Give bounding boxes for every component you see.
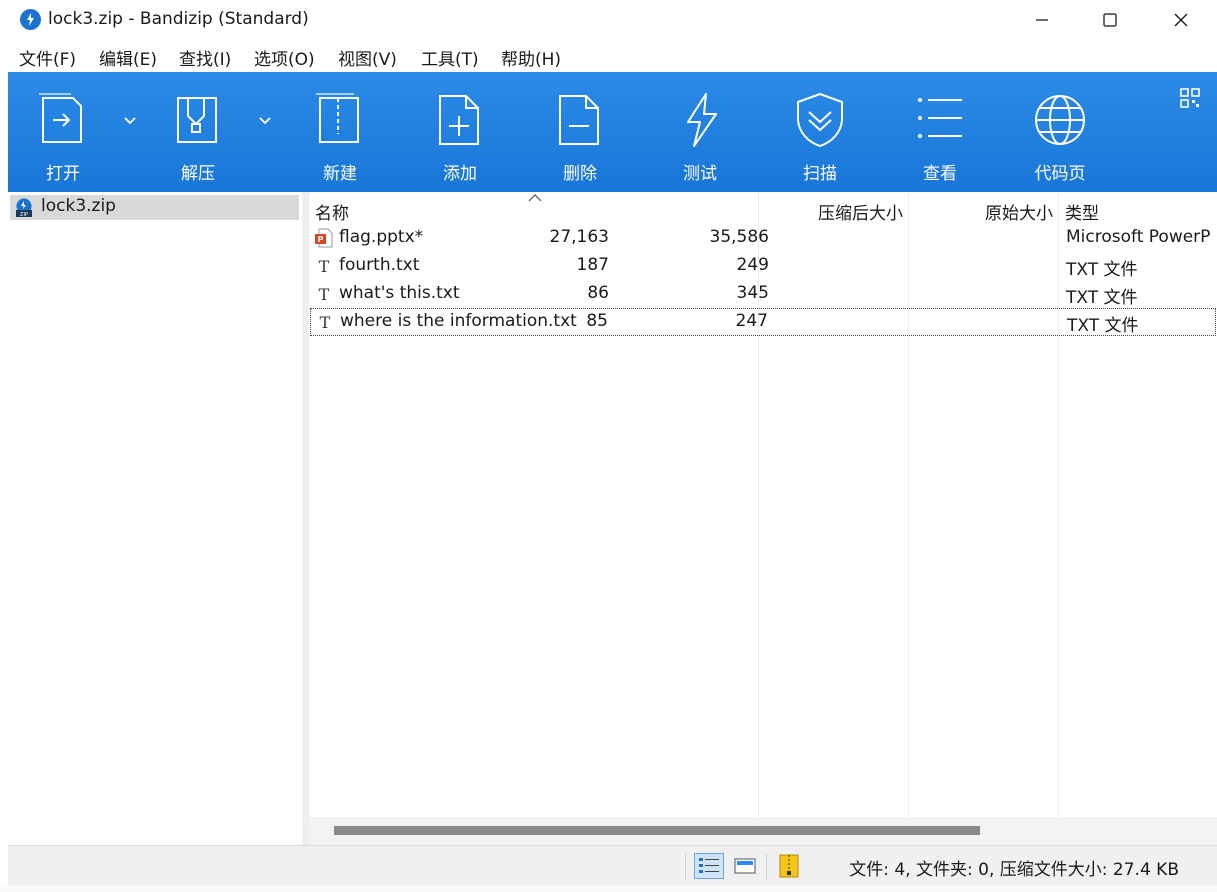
text-file-icon: T: [319, 285, 330, 304]
title-bar: lock3.zip - Bandizip (Standard): [0, 0, 1217, 40]
open-archive-icon: [39, 93, 82, 143]
preview-pane-icon[interactable]: [730, 853, 760, 879]
table-row[interactable]: T where is the information.txt 85 247 TX…: [310, 308, 1216, 336]
sort-ascending-icon: [528, 194, 542, 202]
lightning-icon: [687, 93, 717, 147]
pptx-file-icon: P: [315, 228, 333, 248]
delete-label: 删除: [563, 164, 597, 184]
open-button[interactable]: 打开: [8, 72, 118, 192]
list-view-icon: [918, 98, 962, 138]
text-file-icon: T: [320, 313, 331, 332]
packed-size: 86: [587, 283, 609, 303]
archive-info-icon[interactable]: [774, 853, 804, 879]
new-archive-button[interactable]: 新建: [285, 72, 395, 192]
svg-text:P: P: [318, 235, 324, 244]
open-label: 打开: [46, 164, 80, 184]
original-size: 247: [735, 311, 768, 331]
file-type: Microsoft PowerP: [1066, 227, 1211, 247]
menu-find[interactable]: 查找(I): [179, 45, 231, 70]
bandizip-app-icon: [20, 9, 41, 30]
menu-view[interactable]: 视图(V): [338, 45, 397, 70]
test-button[interactable]: 测试: [645, 72, 755, 192]
column-header-original-size[interactable]: 原始大小: [908, 199, 1053, 224]
delete-button[interactable]: 删除: [525, 72, 635, 192]
menu-help[interactable]: 帮助(H): [501, 45, 561, 70]
table-row[interactable]: T what's this.txt 86 345 TXT 文件: [309, 280, 1217, 308]
close-icon: [1174, 13, 1188, 27]
pane-splitter[interactable]: [302, 192, 309, 845]
menu-edit[interactable]: 编辑(E): [99, 45, 157, 70]
menu-bar: 文件(F) 编辑(E) 查找(I) 选项(O) 视图(V) 工具(T) 帮助(H…: [0, 40, 1217, 72]
column-header-packed-size[interactable]: 压缩后大小: [758, 199, 903, 224]
scan-label: 扫描: [803, 164, 837, 184]
view-label: 查看: [923, 164, 957, 184]
add-label: 添加: [443, 164, 477, 184]
horizontal-scrollbar[interactable]: [309, 817, 1217, 845]
file-name: flag.pptx*: [339, 227, 424, 247]
svg-text:ZIP: ZIP: [20, 212, 28, 218]
status-bar: 文件: 4, 文件夹: 0, 压缩文件大小: 27.4 KB: [8, 845, 1217, 885]
maximize-button[interactable]: [1075, 0, 1145, 40]
new-archive-icon: [316, 93, 359, 143]
column-header-type[interactable]: 类型: [1065, 199, 1099, 224]
column-header-name[interactable]: 名称: [315, 199, 349, 224]
packed-size: 85: [586, 311, 608, 331]
maximize-icon: [1103, 13, 1117, 27]
original-size: 345: [736, 283, 769, 303]
status-separator: [685, 854, 686, 880]
extract-button[interactable]: 解压: [143, 72, 253, 192]
test-label: 测试: [683, 164, 717, 184]
tree-item-label: lock3.zip: [41, 196, 116, 216]
add-button[interactable]: 添加: [405, 72, 515, 192]
svg-text:T: T: [319, 257, 330, 276]
extract-icon: [177, 97, 217, 143]
view-button[interactable]: 查看: [885, 72, 995, 192]
close-button[interactable]: [1146, 0, 1216, 40]
table-row[interactable]: T fourth.txt 187 249 TXT 文件: [309, 252, 1217, 280]
zip-archive-icon: ZIP: [16, 198, 32, 218]
toolbar: 打开 解压 新建 添加 删除 测试 扫描 查看 代码页: [8, 72, 1217, 192]
shield-icon: [797, 92, 843, 148]
table-row[interactable]: P flag.pptx* 27,163 35,586 Microsoft Pow…: [309, 224, 1217, 252]
folder-tree: ZIP lock3.zip: [8, 192, 302, 845]
status-separator: [766, 854, 767, 880]
menu-tools[interactable]: 工具(T): [421, 45, 479, 70]
extract-label: 解压: [181, 164, 215, 184]
open-dropdown-icon[interactable]: [122, 112, 138, 128]
tree-item-archive[interactable]: ZIP lock3.zip: [10, 195, 299, 220]
scrollbar-thumb[interactable]: [334, 826, 980, 835]
add-file-icon: [439, 95, 479, 145]
window-bottom-edge: [0, 885, 1217, 892]
file-name: fourth.txt: [339, 255, 420, 275]
globe-icon: [1035, 95, 1085, 145]
file-type: TXT 文件: [1067, 316, 1139, 336]
minimize-button[interactable]: [1007, 0, 1077, 40]
details-view-icon[interactable]: [694, 853, 724, 879]
original-size: 35,586: [709, 227, 769, 247]
layout-toggle-icon[interactable]: [1180, 88, 1200, 108]
text-file-icon: T: [319, 257, 330, 276]
svg-text:T: T: [319, 285, 330, 304]
file-type: TXT 文件: [1066, 288, 1138, 308]
window-title: lock3.zip - Bandizip (Standard): [48, 9, 309, 29]
status-summary: 文件: 4, 文件夹: 0, 压缩文件大小: 27.4 KB: [849, 860, 1179, 880]
delete-file-icon: [559, 95, 599, 145]
new-label: 新建: [323, 164, 357, 184]
packed-size: 187: [576, 255, 609, 275]
scan-button[interactable]: 扫描: [765, 72, 875, 192]
file-type: TXT 文件: [1066, 260, 1138, 280]
file-list: 名称 压缩后大小 原始大小 类型 P flag.pptx* 27,163 35,…: [309, 192, 1217, 817]
menu-options[interactable]: 选项(O): [254, 45, 315, 70]
svg-text:T: T: [320, 313, 331, 332]
file-name: what's this.txt: [339, 283, 460, 303]
extract-dropdown-icon[interactable]: [257, 112, 273, 128]
original-size: 249: [736, 255, 769, 275]
minimize-icon: [1036, 19, 1048, 21]
menu-file[interactable]: 文件(F): [19, 45, 76, 70]
codepage-button[interactable]: 代码页: [1005, 72, 1115, 192]
codepage-label: 代码页: [1034, 164, 1086, 184]
packed-size: 27,163: [549, 227, 609, 247]
